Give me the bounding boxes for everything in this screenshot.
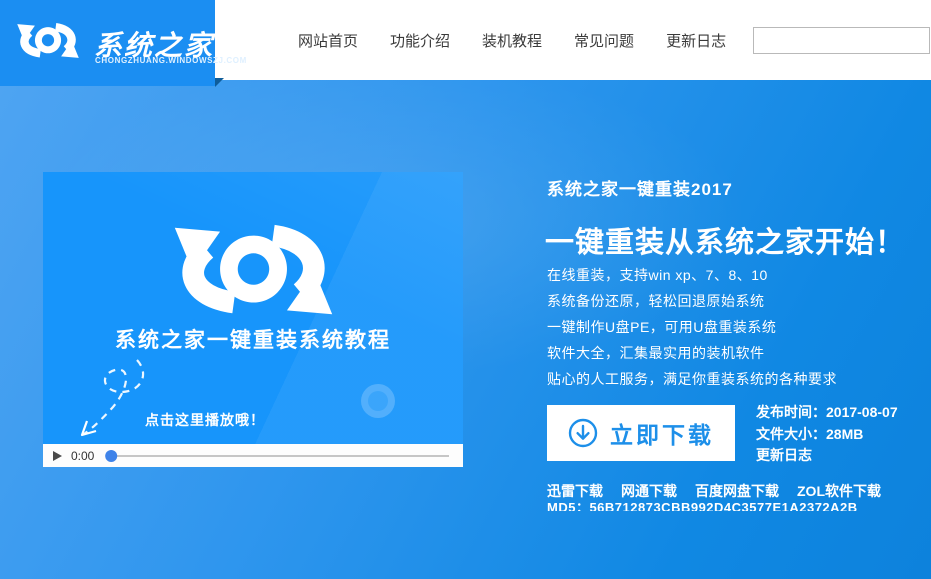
mirror-link-netcom[interactable]: 网通下载 bbox=[621, 481, 677, 501]
mirror-link-baidu[interactable]: 百度网盘下载 bbox=[695, 481, 779, 501]
feature-item: 贴心的人工服务，满足你重装系统的各种要求 bbox=[547, 366, 837, 392]
brand-sync-arrows-icon bbox=[151, 210, 356, 337]
file-size: 文件大小：28MB bbox=[756, 424, 898, 446]
nav-item-home[interactable]: 网站首页 bbox=[296, 26, 360, 55]
nav-item-features[interactable]: 功能介绍 bbox=[388, 26, 452, 55]
download-meta: 发布时间：2017-08-07 文件大小：28MB 更新日志 bbox=[756, 402, 898, 467]
feature-item: 系统备份还原，轻松回退原始系统 bbox=[547, 288, 837, 314]
download-button-label: 立即下载 bbox=[610, 416, 714, 450]
decorative-circle bbox=[361, 384, 395, 418]
nav-item-faq[interactable]: 常见问题 bbox=[572, 26, 636, 55]
video-controls-bar: 0:00 bbox=[43, 444, 463, 467]
tutorial-video-player: 系统之家一键重装系统教程 点击这里播放哦！ 0:00 bbox=[43, 172, 463, 467]
download-circle-arrow-icon bbox=[568, 418, 598, 448]
mirror-link-zol[interactable]: ZOL软件下载 bbox=[797, 481, 881, 501]
feature-item: 一键制作U盘PE，可用U盘重装系统 bbox=[547, 314, 837, 340]
release-date: 发布时间：2017-08-07 bbox=[756, 402, 898, 424]
changelog-link[interactable]: 更新日志 bbox=[756, 445, 898, 467]
play-hint-text: 点击这里播放哦！ bbox=[145, 410, 265, 430]
brand-domain: CHONGZHUANG.WINDOWSZJ.COM bbox=[95, 56, 247, 65]
mirror-link-thunder[interactable]: 迅雷下载 bbox=[547, 481, 603, 501]
search-input[interactable] bbox=[754, 28, 931, 53]
download-button[interactable]: 立即下载 bbox=[547, 405, 735, 461]
product-kicker: 系统之家一键重装2017 bbox=[547, 175, 733, 200]
mirror-links: 迅雷下载 网通下载 百度网盘下载 ZOL软件下载 bbox=[547, 481, 881, 501]
hero-headline: 一键重装从系统之家开始！ bbox=[545, 219, 905, 261]
feature-list: 在线重装，支持win xp、7、8、10 系统备份还原，轻松回退原始系统 一键制… bbox=[547, 262, 837, 392]
dashed-curved-arrow-icon bbox=[75, 354, 153, 444]
page: 网站首页 功能介绍 装机教程 常见问题 更新日志 bbox=[0, 0, 931, 579]
md5-row-clipped: MD5：56B712873CBB992D4C3577E1A2372A2B bbox=[547, 500, 931, 511]
video-thumbnail[interactable]: 系统之家一键重装系统教程 点击这里播放哦！ bbox=[43, 172, 463, 444]
nav-item-tutorial[interactable]: 装机教程 bbox=[480, 26, 544, 55]
brand-sync-arrows-icon bbox=[8, 17, 88, 70]
logo-fold-decoration bbox=[215, 78, 224, 87]
video-title: 系统之家一键重装系统教程 bbox=[43, 324, 463, 354]
search-box bbox=[753, 27, 930, 54]
md5-checksum: MD5：56B712873CBB992D4C3577E1A2372A2B bbox=[547, 500, 931, 511]
nav-item-changelog[interactable]: 更新日志 bbox=[664, 26, 728, 55]
main-nav: 网站首页 功能介绍 装机教程 常见问题 更新日志 bbox=[296, 0, 728, 80]
feature-item: 在线重装，支持win xp、7、8、10 bbox=[547, 262, 837, 288]
seek-handle[interactable] bbox=[106, 450, 118, 462]
play-icon[interactable] bbox=[53, 451, 62, 461]
site-logo[interactable]: 系统之家 CHONGZHUANG.WINDOWSZJ.COM bbox=[0, 0, 215, 86]
video-time: 0:00 bbox=[71, 449, 94, 463]
feature-item: 软件大全，汇集最实用的装机软件 bbox=[547, 340, 837, 366]
seek-bar[interactable] bbox=[110, 455, 449, 457]
